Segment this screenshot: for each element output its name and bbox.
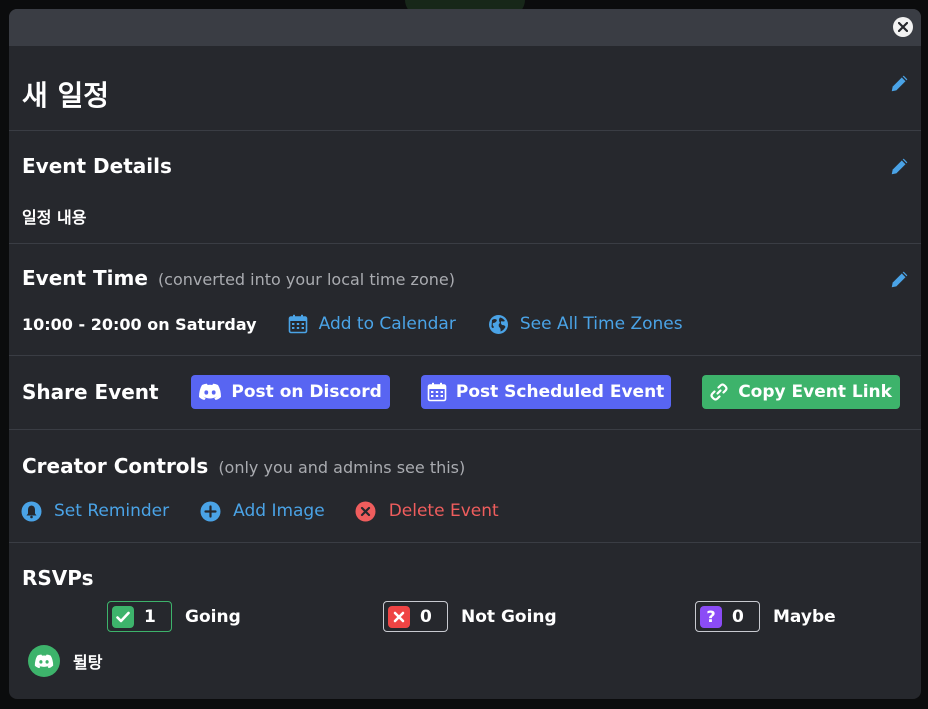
maybe-count: 0: [732, 606, 744, 627]
creator-heading-label: Creator Controls: [22, 454, 209, 478]
rsvp-not-going-button[interactable]: 0: [383, 601, 448, 632]
calendar-icon: [427, 382, 447, 402]
details-heading: Event Details: [22, 154, 172, 178]
share-section: Share Event Post on Discord Post Schedul…: [9, 356, 921, 430]
maybe-label: Maybe: [773, 606, 836, 627]
rsvp-maybe-group: ? 0 Maybe: [695, 601, 836, 632]
edit-title-pencil-icon[interactable]: [889, 72, 911, 94]
time-section: Event Time (converted into your local tim…: [9, 244, 921, 356]
event-modal: 새 일정 Event Details 일정 내용 Event Time (conv…: [9, 9, 921, 699]
close-icon: [898, 22, 908, 32]
link-icon: [709, 382, 729, 402]
discord-icon: [198, 383, 222, 401]
event-title: 새 일정: [22, 79, 110, 112]
bell-icon: [20, 500, 42, 522]
delete-event-label: Delete Event: [388, 501, 499, 521]
attendee-name: 뒬탕: [73, 653, 103, 672]
attendee-item: 뒬탕: [28, 645, 102, 677]
share-row: Share Event Post on Discord Post Schedul…: [22, 375, 900, 409]
close-button[interactable]: [893, 17, 913, 37]
globe-icon: [488, 313, 510, 335]
time-row: 10:00 - 20:00 on Saturday Add to Calenda…: [22, 313, 715, 335]
time-heading-note: (converted into your local time zone): [157, 270, 455, 289]
set-reminder-label: Set Reminder: [54, 501, 170, 521]
not-going-label: Not Going: [461, 606, 557, 627]
edit-time-pencil-icon[interactable]: [889, 268, 911, 290]
rsvp-not-going-group: 0 Not Going: [383, 601, 557, 632]
set-reminder-button[interactable]: Set Reminder: [20, 500, 169, 522]
rsvp-maybe-button[interactable]: ? 0: [695, 601, 760, 632]
time-value: 10:00 - 20:00 on Saturday: [22, 314, 257, 334]
calendar-icon: [287, 313, 309, 335]
time-heading: Event Time (converted into your local tim…: [22, 266, 455, 290]
x-circle-icon: [355, 500, 377, 522]
going-label: Going: [185, 606, 241, 627]
delete-event-button[interactable]: Delete Event: [355, 500, 499, 522]
details-text: 일정 내용: [22, 208, 87, 227]
post-scheduled-event-label: Post Scheduled Event: [455, 382, 665, 402]
see-all-time-zones-label: See All Time Zones: [519, 314, 683, 334]
rsvps-section: RSVPs 1 Going 0 Not Going ? 0 Maybe 뒬탕: [9, 543, 921, 699]
time-heading-label: Event Time: [22, 266, 148, 290]
copy-event-link-label: Copy Event Link: [738, 382, 892, 402]
add-to-calendar-link[interactable]: Add to Calendar: [287, 313, 456, 335]
post-scheduled-event-button[interactable]: Post Scheduled Event: [420, 375, 671, 409]
discord-icon: [34, 654, 54, 668]
details-section: Event Details 일정 내용: [9, 131, 921, 244]
x-icon: [388, 605, 410, 628]
plus-circle-icon: [199, 500, 221, 522]
modal-topbar: [9, 9, 921, 46]
add-image-label: Add Image: [233, 501, 325, 521]
add-to-calendar-label: Add to Calendar: [318, 314, 456, 334]
creator-heading: Creator Controls (only you and admins see…: [22, 454, 465, 478]
copy-event-link-button[interactable]: Copy Event Link: [701, 375, 900, 409]
post-on-discord-label: Post on Discord: [231, 382, 382, 402]
check-icon: [112, 605, 134, 628]
question-icon: ?: [700, 605, 722, 628]
share-heading: Share Event: [22, 380, 159, 404]
creator-controls-section: Creator Controls (only you and admins see…: [9, 430, 921, 543]
edit-details-pencil-icon[interactable]: [889, 155, 911, 177]
rsvp-going-button[interactable]: 1: [107, 601, 172, 632]
add-image-button[interactable]: Add Image: [199, 500, 325, 522]
going-count: 1: [144, 606, 156, 627]
rsvp-going-group: 1 Going: [107, 601, 241, 632]
creator-heading-note: (only you and admins see this): [218, 458, 466, 477]
creator-controls-row: Set Reminder Add Image Delete Event: [20, 500, 529, 522]
post-on-discord-button[interactable]: Post on Discord: [190, 375, 390, 409]
title-section: 새 일정: [9, 46, 921, 131]
avatar: [28, 645, 60, 677]
see-all-time-zones-link[interactable]: See All Time Zones: [488, 313, 683, 335]
rsvps-heading: RSVPs: [22, 566, 94, 590]
not-going-count: 0: [420, 606, 432, 627]
